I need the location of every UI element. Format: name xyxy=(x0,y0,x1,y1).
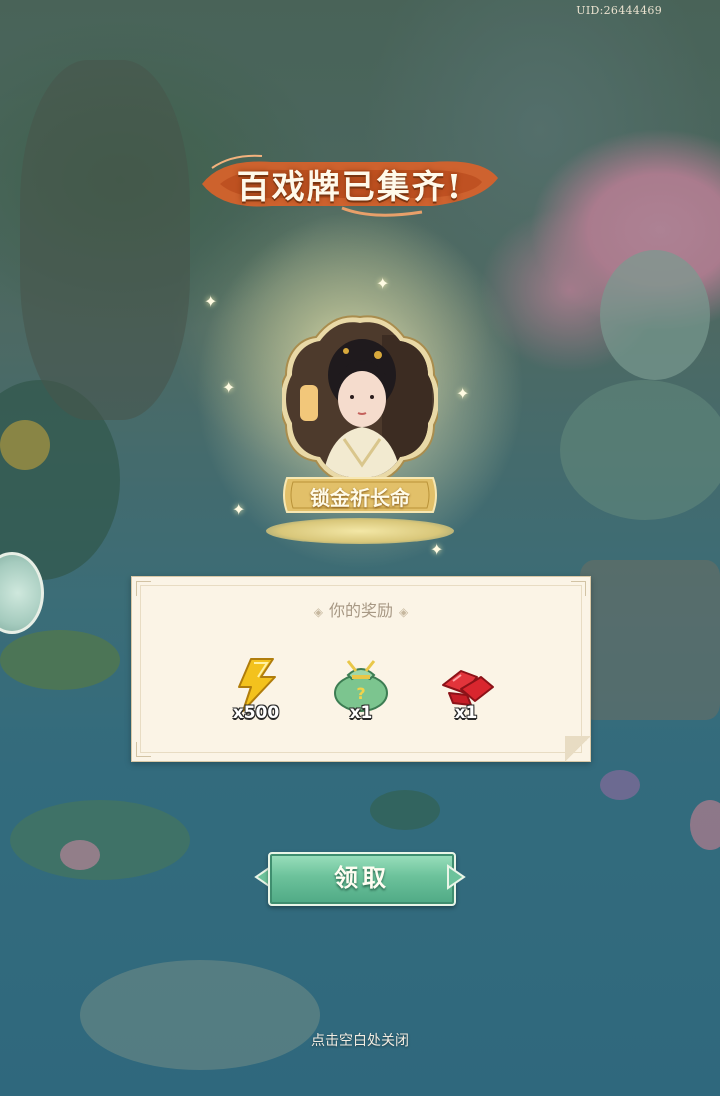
card-portrait[interactable] xyxy=(279,315,441,485)
sparkle-icon: ✦ xyxy=(204,292,218,311)
reward-quantity: x1 xyxy=(349,703,373,723)
button-wing-right-icon xyxy=(447,864,466,890)
rewards-title: 你的奖励 xyxy=(328,601,393,620)
reward-quantity: x500 xyxy=(232,703,280,723)
rewards-panel: ◈ 你的奖励 ◈ x500 ? x1 x1 xyxy=(131,576,591,762)
page-fold xyxy=(565,736,591,762)
ornament-right-icon: ◈ xyxy=(399,605,409,619)
character-portrait-icon xyxy=(279,315,441,485)
svg-text:?: ? xyxy=(356,684,365,703)
card-name: 锁金祈长命 xyxy=(310,486,410,510)
reward-item-red-gem[interactable]: x1 xyxy=(431,655,501,725)
corner-ornament xyxy=(136,581,151,596)
sparkle-icon: ✦ xyxy=(222,378,236,397)
card-pedestal xyxy=(266,518,454,544)
reward-quantity: x1 xyxy=(454,703,478,723)
sparkle-icon: ✦ xyxy=(232,500,246,519)
rewards-title-row: ◈ 你的奖励 ◈ xyxy=(132,597,590,621)
ornament-left-icon: ◈ xyxy=(313,605,323,619)
banner-title: 百戏牌已集齐! xyxy=(236,167,464,206)
reward-item-mystery-bag[interactable]: ? x1 xyxy=(326,655,396,725)
collection-complete-banner: 百戏牌已集齐! xyxy=(192,148,508,220)
reward-item-energy[interactable]: x500 xyxy=(221,655,291,725)
claim-button[interactable]: 领取 xyxy=(268,852,456,906)
card-name-plate: 锁金祈长命 xyxy=(279,472,441,518)
claim-button-group: 领取 xyxy=(252,852,468,906)
sparkle-icon: ✦ xyxy=(456,384,470,403)
tap-to-close-hint[interactable]: 点击空白处关闭 xyxy=(0,1030,720,1050)
user-id-label: UID:26444469 xyxy=(576,4,662,17)
sparkle-icon: ✦ xyxy=(376,274,390,293)
corner-ornament xyxy=(136,742,151,757)
corner-ornament xyxy=(571,581,586,596)
sparkle-icon: ✦ xyxy=(430,540,444,559)
